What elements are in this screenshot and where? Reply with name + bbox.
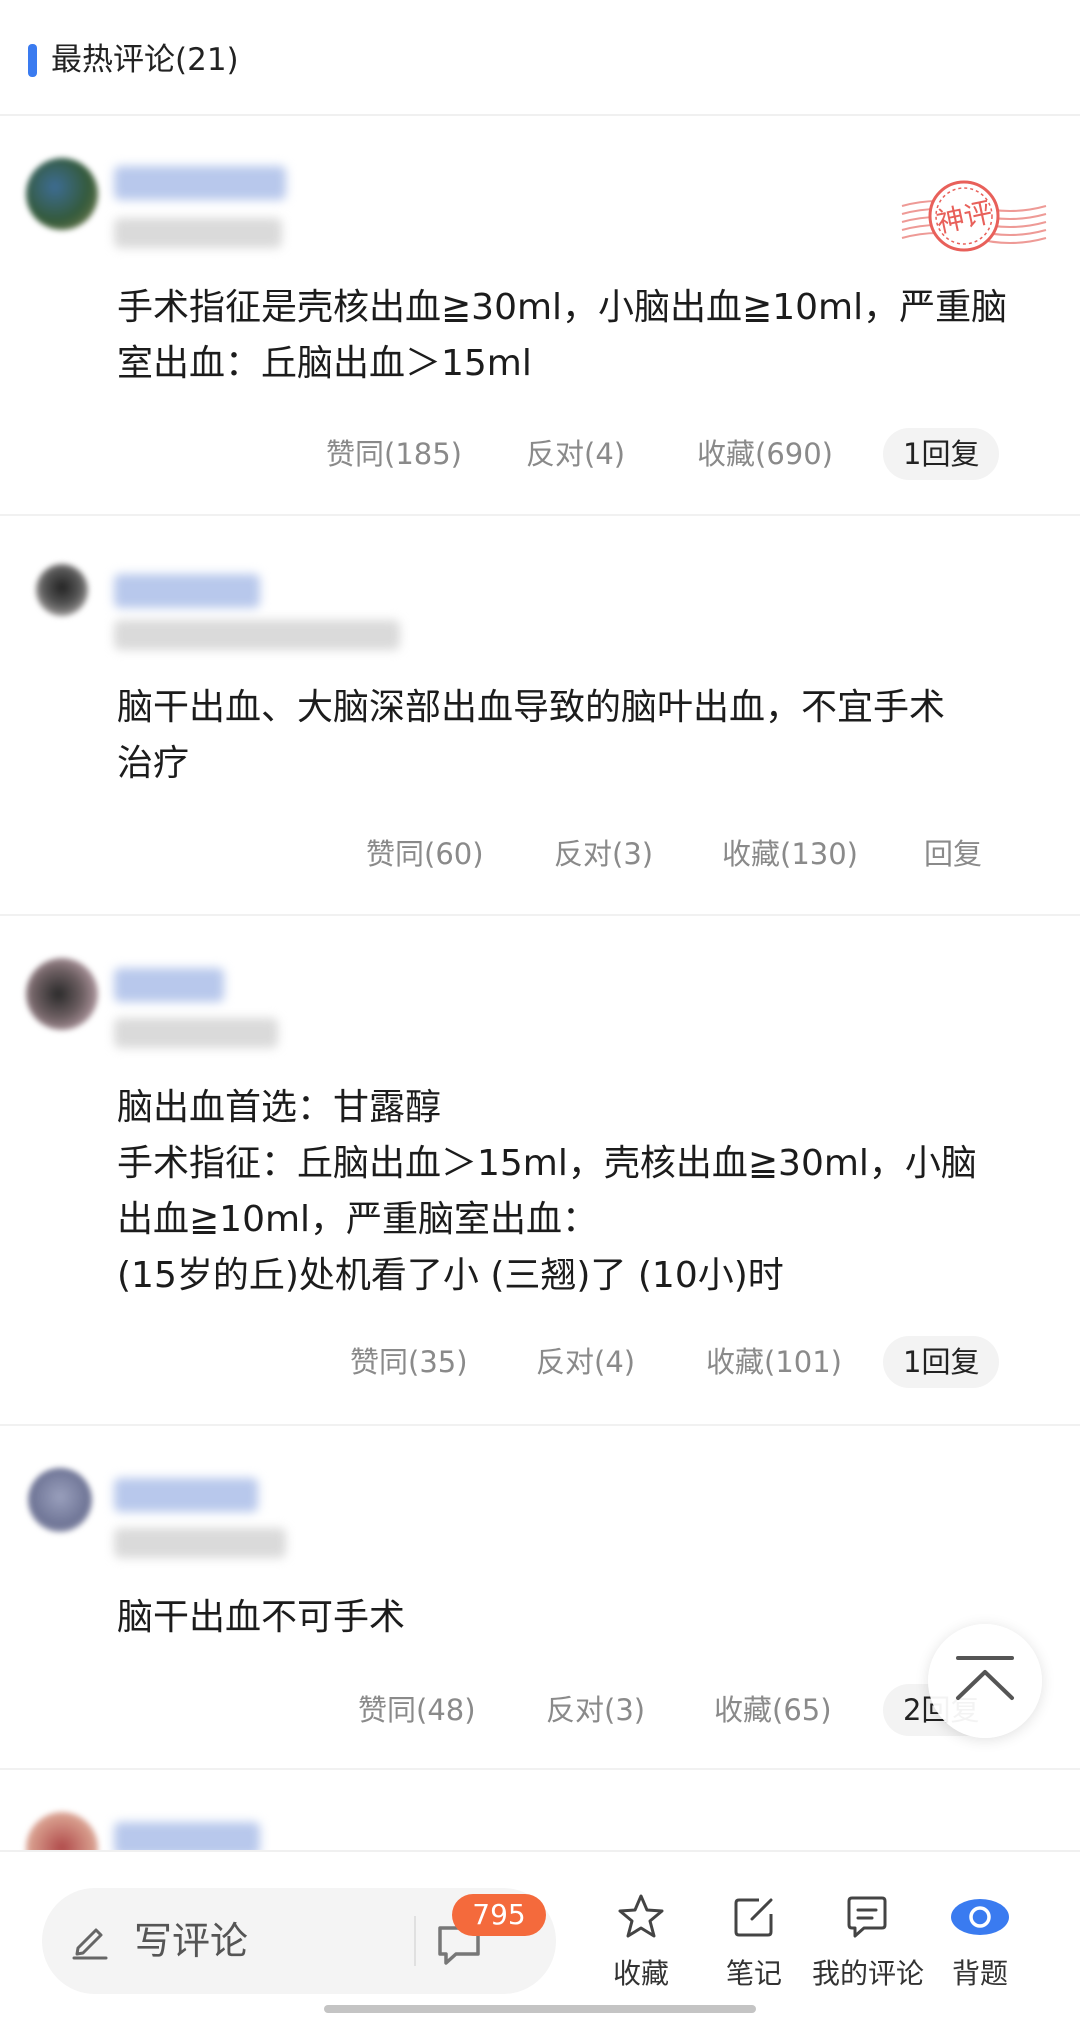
avatar[interactable] [28,1468,92,1532]
god-comment-stamp-icon: 神评 [901,180,1047,252]
home-indicator [324,2005,756,2013]
eye-icon [951,1899,1009,1935]
collect-button[interactable]: 收藏(101) [706,1336,842,1388]
scroll-to-top-button[interactable] [928,1624,1042,1738]
comment-date [114,620,400,650]
reply-button[interactable]: 回复 [924,828,982,880]
agree-button[interactable]: 赞同(35) [350,1336,468,1388]
collect-button[interactable]: 收藏(65) [714,1684,832,1736]
comment-actions: 赞同(48) 反对(3) 收藏(65) 2回复 [0,1684,1080,1736]
comment-date [114,1528,286,1558]
oppose-button[interactable]: 反对(4) [526,428,625,480]
comment-text: 脑干出血不可手术 [117,1597,406,1638]
comment-date [114,218,282,248]
toolbar-label: 收藏 [612,1957,669,1990]
reply-button[interactable]: 1回复 [883,428,1000,480]
comment-item: 脑干出血不可手术 赞同(48) 反对(3) 收藏(65) 2回复 [0,1428,1080,1770]
toolbar-label: 背题 [951,1957,1008,1990]
comment-actions: 赞同(60) 反对(3) 收藏(130) 回复 [0,828,1080,880]
toolbar-label: 我的评论 [812,1957,925,1990]
reply-button[interactable]: 1回复 [883,1336,1000,1388]
comment-text: 脑出血首选：甘露醇 手术指征：丘脑出血＞15ml，壳核出血≧30ml，小脑 出血… [117,1087,977,1296]
bottom-toolbar: 写评论 795 收藏 笔记 我的评论 背题 [0,1850,1080,2022]
arrow-up-icon [956,1656,1014,1700]
username[interactable] [114,1478,258,1512]
section-title: 最热评论(21) [51,42,239,78]
write-comment-label: 写评论 [134,1919,249,1963]
agree-button[interactable]: 赞同(60) [366,828,484,880]
note-edit-icon [734,1898,773,1937]
username[interactable] [114,574,260,608]
comment-item: 脑出血首选：甘露醇 手术指征：丘脑出血＞15ml，壳核出血≧30ml，小脑 出血… [0,918,1080,1426]
star-icon [618,1894,664,1938]
toolbar-label: 笔记 [725,1957,782,1990]
comment-text: 手术指征是壳核出血≧30ml，小脑出血≧10ml，严重脑 室出血：丘脑出血＞15… [117,287,1008,384]
oppose-button[interactable]: 反对(3) [546,1684,645,1736]
agree-button[interactable]: 赞同(48) [358,1684,476,1736]
toolbar-recite-button[interactable]: 背题 [925,1892,1035,1992]
comment-date [114,1018,278,1048]
avatar[interactable] [26,958,98,1030]
toolbar-my-comments-button[interactable]: 我的评论 [812,1892,925,1992]
comment-actions: 赞同(185) 反对(4) 收藏(690) 1回复 [0,428,1080,480]
avatar[interactable] [36,564,88,616]
comment-count-badge[interactable]: 795 [452,1894,546,1936]
section-accent-bar [28,44,37,77]
collect-button[interactable]: 收藏(130) [722,828,858,880]
username[interactable] [114,166,286,200]
divider [414,1916,416,1966]
toolbar-collect-button[interactable]: 收藏 [586,1892,696,1992]
comment-text: 脑干出血、大脑深部出血导致的脑叶出血，不宜手术 治疗 [117,687,946,784]
agree-button[interactable]: 赞同(185) [326,428,462,480]
comment-item: 脑干出血、大脑深部出血导致的脑叶出血，不宜手术 治疗 赞同(60) 反对(3) … [0,518,1080,916]
hot-comments-header: 最热评论(21) [0,0,1080,116]
oppose-button[interactable]: 反对(4) [536,1336,635,1388]
comment-actions: 赞同(35) 反对(4) 收藏(101) 1回复 [0,1336,1080,1388]
oppose-button[interactable]: 反对(3) [554,828,653,880]
toolbar-notes-button[interactable]: 笔记 [699,1892,809,1992]
comment-item [0,1772,1080,1884]
collect-button[interactable]: 收藏(690) [697,428,833,480]
avatar[interactable] [26,158,98,230]
message-icon [847,1896,887,1938]
username[interactable] [114,968,224,1002]
pen-icon [72,1928,108,1960]
